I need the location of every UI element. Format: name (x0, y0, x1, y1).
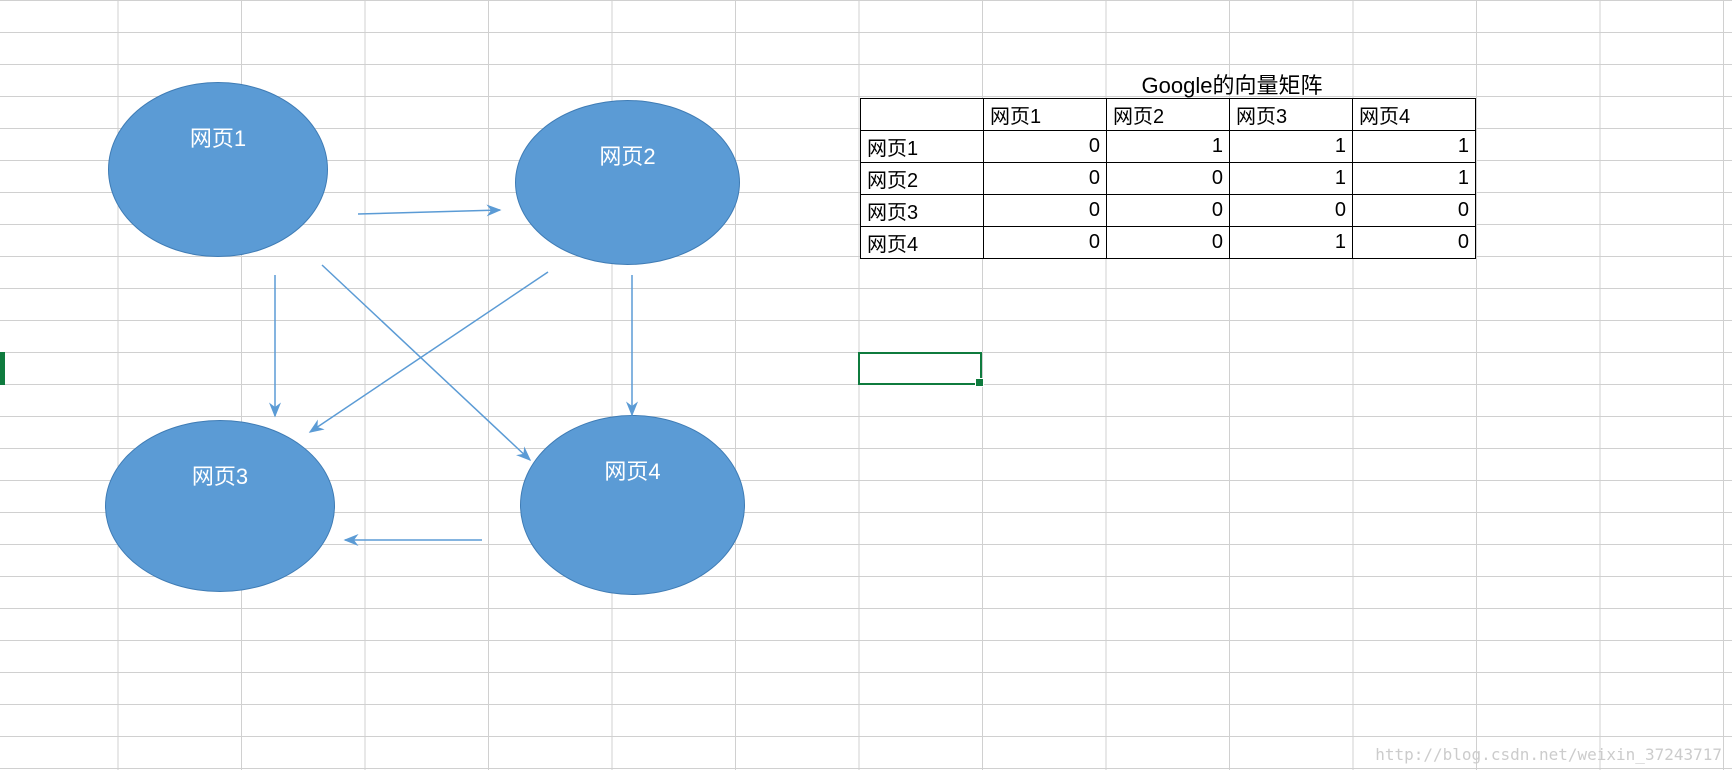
table-row: 网页2 0 0 1 1 (861, 163, 1476, 195)
matrix-col-header: 网页2 (1107, 99, 1230, 131)
matrix-row-header: 网页1 (861, 131, 984, 163)
diagram-node-1: 网页1 (108, 82, 328, 257)
active-cell[interactable] (858, 352, 982, 385)
matrix-cell: 0 (1230, 195, 1353, 227)
node-label: 网页2 (599, 139, 655, 171)
matrix-cell: 0 (1107, 195, 1230, 227)
table-row: 网页1 网页2 网页3 网页4 (861, 99, 1476, 131)
matrix-corner (861, 99, 984, 131)
matrix-cell: 0 (984, 227, 1107, 259)
node-label: 网页3 (192, 459, 248, 491)
row-marker (0, 352, 5, 385)
matrix-cell: 1 (1230, 131, 1353, 163)
matrix-col-header: 网页1 (984, 99, 1107, 131)
matrix-cell: 0 (1353, 195, 1476, 227)
matrix-row-header: 网页3 (861, 195, 984, 227)
matrix-table: 网页1 网页2 网页3 网页4 网页1 0 1 1 1 网页2 0 0 1 1 … (860, 98, 1476, 259)
matrix-cell: 1 (1353, 131, 1476, 163)
matrix-col-header: 网页4 (1353, 99, 1476, 131)
table-row: 网页3 0 0 0 0 (861, 195, 1476, 227)
matrix-cell: 0 (1107, 227, 1230, 259)
node-label: 网页1 (190, 121, 246, 153)
matrix-cell: 1 (1353, 163, 1476, 195)
matrix-row-header: 网页2 (861, 163, 984, 195)
diagram-node-4: 网页4 (520, 415, 745, 595)
diagram-node-2: 网页2 (515, 100, 740, 265)
matrix-cell: 0 (1107, 163, 1230, 195)
matrix-cell: 0 (1353, 227, 1476, 259)
matrix-col-header: 网页3 (1230, 99, 1353, 131)
diagram-node-3: 网页3 (105, 420, 335, 592)
node-label: 网页4 (604, 454, 660, 486)
table-row: 网页4 0 0 1 0 (861, 227, 1476, 259)
matrix-row-header: 网页4 (861, 227, 984, 259)
matrix-cell: 0 (984, 131, 1107, 163)
table-row: 网页1 0 1 1 1 (861, 131, 1476, 163)
matrix-title: Google的向量矩阵 (985, 68, 1479, 100)
matrix-cell: 1 (1107, 131, 1230, 163)
matrix-cell: 0 (984, 195, 1107, 227)
matrix-cell: 0 (984, 163, 1107, 195)
watermark-text: http://blog.csdn.net/weixin_37243717 (1375, 745, 1722, 764)
matrix-cell: 1 (1230, 163, 1353, 195)
matrix-cell: 1 (1230, 227, 1353, 259)
